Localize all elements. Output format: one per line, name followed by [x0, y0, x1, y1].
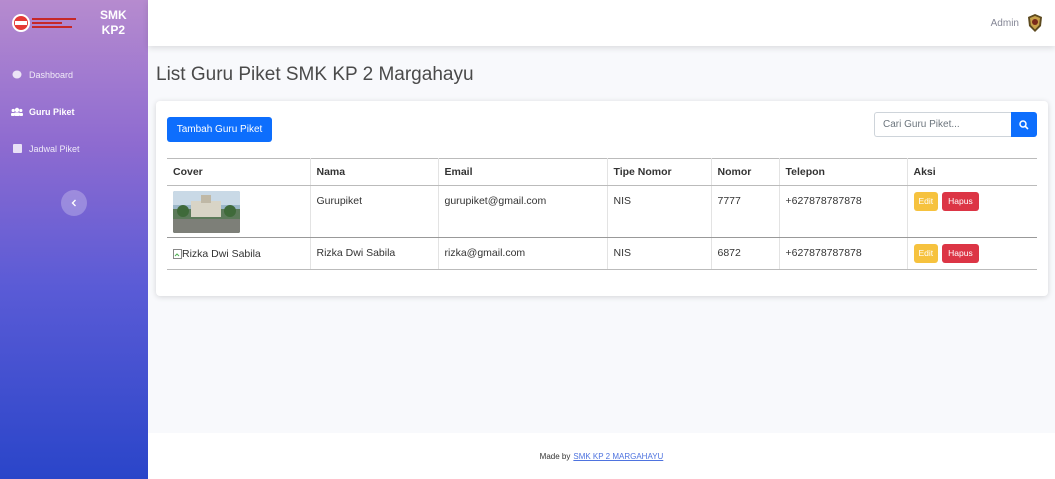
add-guru-piket-button[interactable]: Tambah Guru Piket [167, 117, 272, 142]
cell-aksi: Edit Hapus [907, 237, 1037, 270]
cell-nama: Gurupiket [310, 185, 439, 238]
cell-nomor: 6872 [711, 237, 780, 270]
sidebar-item-label: Dashboard [29, 69, 74, 80]
delete-button[interactable]: Hapus [942, 244, 979, 263]
table-row: Rizka Dwi Sabila Rizka Dwi Sabila rizka@… [167, 237, 1037, 270]
edit-button[interactable]: Edit [913, 192, 939, 211]
table-icon [11, 144, 23, 154]
sidebar-item-dashboard[interactable]: Dashboard [0, 56, 148, 93]
column-header-cover: Cover [167, 158, 311, 186]
cell-tipe-nomor: NIS [607, 237, 712, 270]
sidebar-nav: Dashboard Guru Piket Jadwal Piket [0, 56, 148, 167]
user-avatar-icon[interactable] [1027, 14, 1043, 32]
cell-nomor: 7777 [711, 185, 780, 238]
column-header-aksi: Aksi [907, 158, 1037, 186]
cell-email: gurupiket@gmail.com [438, 185, 608, 238]
search-input[interactable] [874, 112, 1011, 137]
footer-link[interactable]: SMK KP 2 MARGAHAYU [573, 452, 663, 461]
brand-name-line1: SMK [100, 8, 127, 22]
delete-button[interactable]: Hapus [942, 192, 979, 211]
cell-aksi: Edit Hapus [907, 185, 1037, 238]
brand-name-line2: KP2 [101, 23, 125, 37]
user-name[interactable]: Admin [991, 18, 1019, 29]
sidebar: SMK KP2 Dashboard Guru Piket Jadwal Pike… [0, 0, 148, 479]
search-icon [1019, 119, 1029, 130]
sidebar-item-guru-piket[interactable]: Guru Piket [0, 93, 148, 130]
column-header-email: Email [438, 158, 608, 186]
table-header-row: Cover Nama Email Tipe Nomor Nomor Telepo… [167, 158, 1037, 186]
sidebar-item-label: Guru Piket [29, 106, 75, 117]
broken-image: Rizka Dwi Sabila [173, 248, 261, 260]
broken-image-icon [173, 249, 182, 259]
cell-cover [167, 185, 311, 238]
cell-nama: Rizka Dwi Sabila [310, 237, 439, 270]
table-row: Gurupiket gurupiket@gmail.com NIS 7777 +… [167, 185, 1037, 238]
column-header-nama: Nama [310, 158, 439, 186]
edit-button[interactable]: Edit [913, 244, 939, 263]
page-title: List Guru Piket SMK KP 2 Margahayu [156, 64, 474, 85]
cell-telepon: +627878787878 [779, 185, 908, 238]
cell-email: rizka@gmail.com [438, 237, 608, 270]
column-header-tipe-nomor: Tipe Nomor [607, 158, 712, 186]
brand-name: SMK KP2 [100, 8, 127, 38]
column-header-telepon: Telepon [779, 158, 908, 186]
guru-piket-card: Tambah Guru Piket Cover Nama Email Tipe … [156, 101, 1048, 296]
palette-icon [11, 70, 23, 80]
cell-cover: Rizka Dwi Sabila [167, 237, 311, 270]
school-logo [10, 8, 80, 38]
sidebar-item-jadwal-piket[interactable]: Jadwal Piket [0, 130, 148, 167]
sidebar-item-label: Jadwal Piket [29, 143, 80, 154]
users-icon [11, 107, 23, 117]
chevron-left-icon [71, 199, 76, 207]
column-header-nomor: Nomor [711, 158, 780, 186]
topbar: Admin [148, 0, 1055, 46]
footer-text: Made by [539, 451, 571, 461]
cell-telepon: +627878787878 [779, 237, 908, 270]
cell-tipe-nomor: NIS [607, 185, 712, 238]
sidebar-toggle-button[interactable] [61, 190, 87, 216]
cover-alt-text: Rizka Dwi Sabila [182, 248, 261, 260]
footer: Made by SMK KP 2 MARGAHAYU [148, 433, 1055, 479]
guru-piket-table: Cover Nama Email Tipe Nomor Nomor Telepo… [167, 158, 1037, 270]
cover-image [173, 191, 240, 233]
brand[interactable]: SMK KP2 [0, 0, 148, 46]
search-group [874, 112, 1037, 137]
search-button[interactable] [1011, 112, 1037, 137]
